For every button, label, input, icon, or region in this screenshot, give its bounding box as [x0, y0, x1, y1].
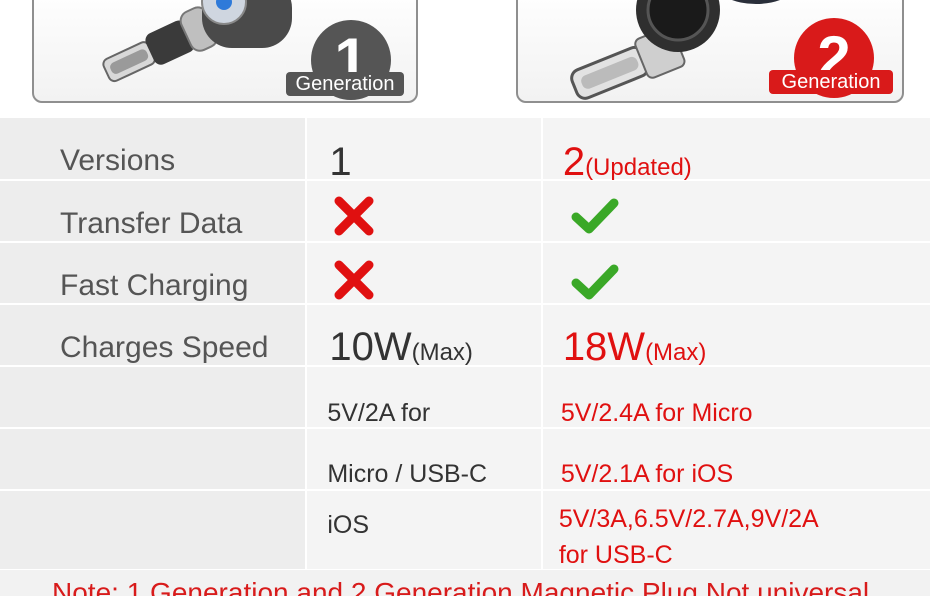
row-label-transfer-data: Transfer Data: [60, 207, 243, 240]
gen1-version-value: 1: [329, 140, 352, 184]
gen2-detail-line: 5V/2.1A for iOS: [560, 460, 734, 488]
gen2-label-badge: Generation: [769, 70, 893, 94]
row-label-fast-charging: Fast Charging: [60, 269, 249, 302]
gen1-detail-line: Micro / USB-C: [327, 460, 488, 488]
table-row: Fast Charging: [0, 242, 930, 305]
compatibility-note: Note: 1 Generation and 2 Generation Magn…: [0, 570, 930, 596]
gen1-label-badge: Generation: [286, 72, 404, 96]
note-text: Note: 1 Generation and 2 Generation Magn…: [52, 577, 870, 596]
generation-2-panel: 2 Generation: [516, 0, 904, 103]
gen2-speed-value: 18W(Max): [562, 325, 707, 369]
table-row: iOS 5V/3A,6.5V/2.7A,9V/2A for USB-C: [0, 490, 930, 571]
comparison-table: Versions 1 2(Updated) Transfer Data Fast…: [0, 118, 930, 571]
product-header: 1 Generation 2 Generation: [0, 0, 930, 118]
gen1-detail-line: iOS: [327, 511, 370, 539]
gen1-speed-value: 10W(Max): [329, 325, 473, 369]
generation-1-panel: 1 Generation: [32, 0, 418, 103]
table-row: 5V/2A for 5V/2.4A for Micro: [0, 366, 930, 429]
row-label-charges-speed: Charges Speed: [60, 331, 269, 364]
table-row: Charges Speed 10W(Max) 18W(Max): [0, 304, 930, 369]
table-row: Transfer Data: [0, 180, 930, 243]
gen2-detail-line: 5V/3A,6.5V/2.7A,9V/2A: [558, 505, 819, 533]
green-check-icon: [571, 198, 619, 234]
red-cross-icon: [334, 260, 374, 300]
red-cross-icon: [334, 196, 374, 236]
gen2-version-value: 2(Updated): [562, 140, 692, 184]
row-label-versions: Versions: [60, 144, 176, 177]
table-row: Versions 1 2(Updated): [0, 118, 930, 184]
gen2-detail-line: 5V/2.4A for Micro: [560, 399, 753, 427]
gen1-detail-line: 5V/2A for: [327, 399, 431, 427]
green-check-icon: [571, 264, 619, 300]
table-row: Micro / USB-C 5V/2.1A for iOS: [0, 428, 930, 491]
gen2-detail-line: for USB-C: [558, 541, 673, 569]
